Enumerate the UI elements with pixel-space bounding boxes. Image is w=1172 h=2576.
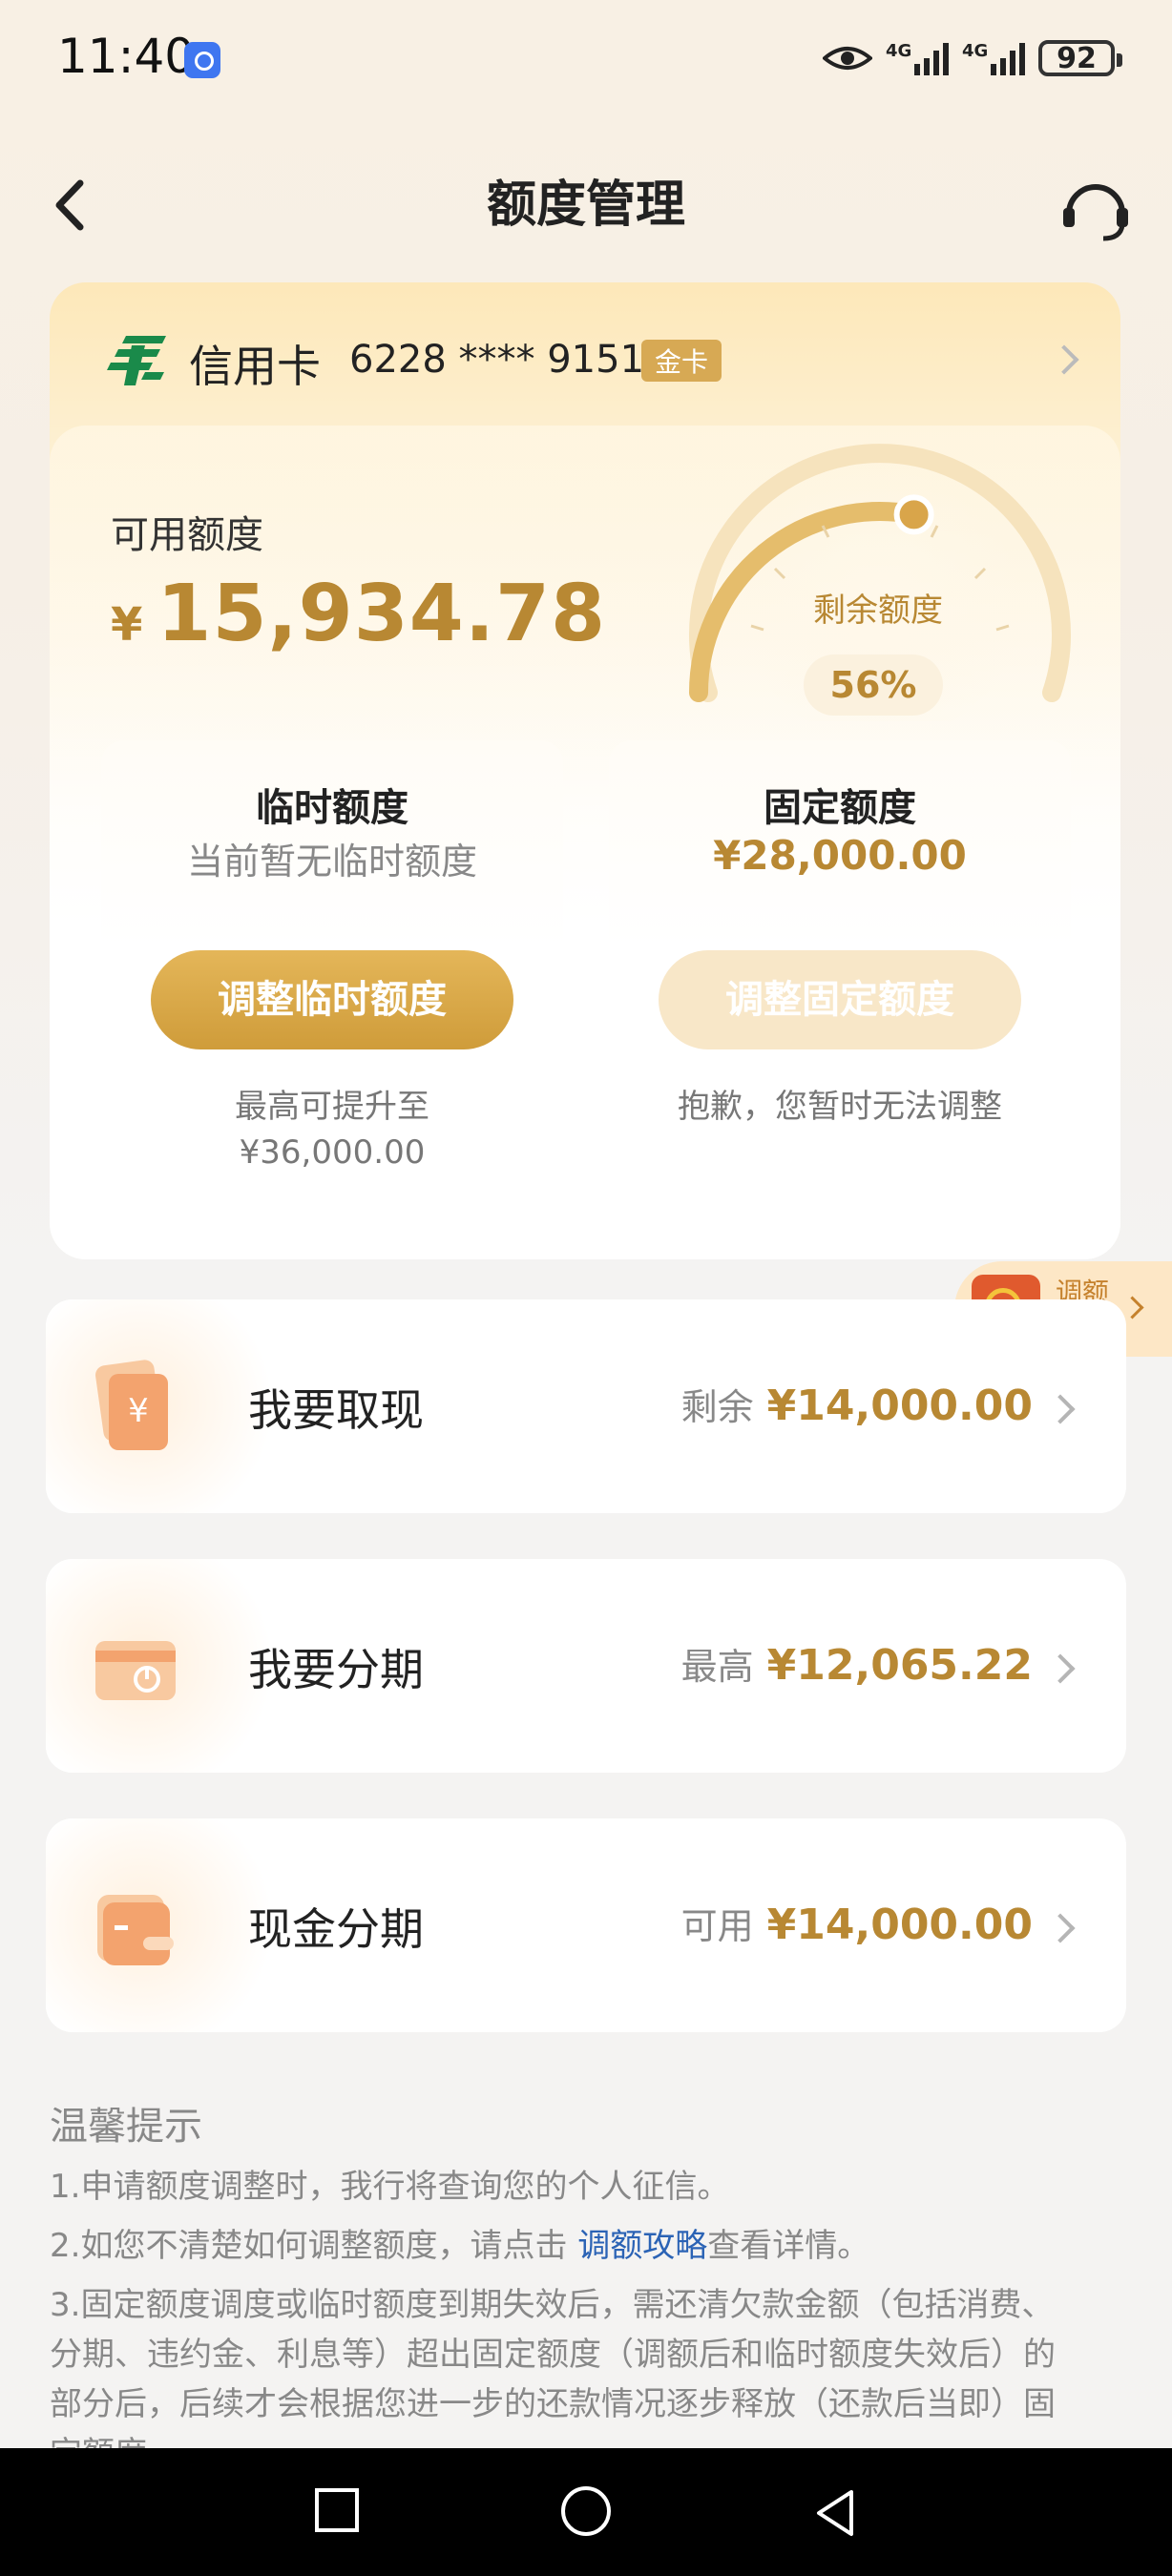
row-value-amount: ¥12,065.22 bbox=[766, 1641, 1033, 1690]
adjust-temporary-limit-button[interactable]: 调整临时额度 bbox=[151, 950, 513, 1049]
signal-label: 4G bbox=[886, 41, 912, 61]
chevron-right-icon bbox=[1049, 344, 1079, 375]
row-value-prefix: 剩余 bbox=[680, 1386, 754, 1428]
row-title: 我要取现 bbox=[248, 1384, 424, 1436]
currency-symbol: ¥ bbox=[111, 598, 144, 652]
tip-2-text-end: 查看详情。 bbox=[707, 2227, 870, 2265]
available-limit-label: 可用额度 bbox=[111, 513, 263, 557]
row-value: 最高 ¥12,065.22 bbox=[681, 1637, 1033, 1690]
gauge-percent: 56% bbox=[804, 654, 943, 716]
row-value: 可用 ¥14,000.00 bbox=[681, 1897, 1033, 1949]
card-level-badge: 金卡 bbox=[641, 340, 722, 382]
available-limit-amount: ¥15,934.78 bbox=[111, 569, 606, 659]
chevron-right-icon bbox=[1045, 1913, 1076, 1943]
temporary-limit-desc: 当前暂无临时额度 bbox=[186, 841, 477, 883]
temporary-limit-note: 最高可提升至 ¥36,000.00 bbox=[101, 1084, 563, 1175]
svg-text:¥: ¥ bbox=[128, 1392, 149, 1430]
recent-apps-icon[interactable] bbox=[315, 2488, 359, 2532]
cash-installment-row[interactable]: 现金分期 可用 ¥14,000.00 bbox=[46, 1818, 1126, 2032]
limit-strategy-link[interactable]: 调额攻略 bbox=[577, 2227, 707, 2265]
back-triangle-icon[interactable] bbox=[807, 2484, 865, 2542]
signal-icon-2: 4G bbox=[962, 41, 1025, 75]
tip-1: 1.申请额度调整时，我行将查询您的个人征信。 bbox=[50, 2168, 730, 2206]
app-notification-icon bbox=[184, 42, 220, 78]
postal-bank-logo-icon bbox=[107, 336, 166, 385]
chevron-right-icon bbox=[1045, 1653, 1076, 1684]
temporary-note-line2: ¥36,000.00 bbox=[239, 1133, 426, 1172]
temporary-limit-card: 临时额度 当前暂无临时额度 调整临时额度 最高可提升至 ¥36,000.00 bbox=[101, 740, 563, 1256]
cash-card-icon: ¥ bbox=[95, 1360, 168, 1450]
cash-withdrawal-row[interactable]: ¥ 我要取现 剩余 ¥14,000.00 bbox=[46, 1299, 1126, 1513]
row-value: 剩余 ¥14,000.00 bbox=[681, 1378, 1033, 1430]
tips-title: 温馨提示 bbox=[50, 2105, 202, 2149]
available-amount-value: 15,934.78 bbox=[157, 569, 607, 659]
tip-2-text: 2.如您不清楚如何调整额度，请点击 bbox=[50, 2227, 578, 2265]
limit-panel: 可用额度 ¥15,934.78 剩余额度 56% 临时额度 当前暂无临时额度 调… bbox=[50, 426, 1120, 1259]
signal-icon: 4G bbox=[886, 41, 949, 75]
row-title: 现金分期 bbox=[248, 1903, 424, 1955]
installment-card-icon bbox=[95, 1641, 176, 1700]
status-time: 11:40 bbox=[57, 29, 196, 84]
gauge-label: 剩余额度 bbox=[813, 592, 943, 630]
tip-2: 2.如您不清楚如何调整额度，请点击 调额攻略查看详情。 bbox=[50, 2221, 1128, 2271]
credit-card-panel: 信用卡 6228 **** 9151 金卡 可用额度 ¥15,934.78 剩余… bbox=[50, 282, 1120, 1259]
page-title: 额度管理 bbox=[486, 177, 685, 234]
row-value-amount: ¥14,000.00 bbox=[766, 1381, 1033, 1430]
tip-3-line: 3.固定额度调度或临时额度到期失效后，需还清欠款金额（包括消费、 bbox=[50, 2286, 1055, 2324]
card-header[interactable]: 信用卡 6228 **** 9151 金卡 bbox=[50, 282, 1120, 426]
battery-icon: 92 bbox=[1038, 40, 1122, 76]
fixed-limit-note: 抱歉，您暂时无法调整 bbox=[678, 1088, 1002, 1126]
card-type-label: 信用卡 bbox=[189, 341, 321, 392]
tip-3-line: 分期、违约金、利息等）超出固定额度（调额后和临时额度失效后）的 bbox=[50, 2336, 1056, 2374]
adjust-fixed-limit-button[interactable]: 调整固定额度 bbox=[659, 950, 1021, 1049]
wallet-icon bbox=[97, 1895, 174, 1965]
signal-label-2: 4G bbox=[962, 41, 989, 61]
row-value-prefix: 可用 bbox=[680, 1905, 754, 1947]
tip-3-line: 部分后，后续才会根据您进一步的还款情况逐步释放（还款后当即）固 bbox=[50, 2385, 1056, 2423]
customer-service-icon[interactable] bbox=[1057, 172, 1134, 248]
system-navigation-bar bbox=[0, 2448, 1172, 2576]
temporary-note-line1: 最高可提升至 bbox=[235, 1088, 429, 1126]
home-icon[interactable] bbox=[561, 2486, 611, 2536]
status-bar: 11:40 4G 4G 92 bbox=[0, 0, 1172, 114]
row-title: 我要分期 bbox=[248, 1644, 424, 1695]
chevron-right-icon bbox=[1045, 1394, 1076, 1424]
row-value-amount: ¥14,000.00 bbox=[766, 1901, 1033, 1949]
status-icons: 4G 4G 92 bbox=[823, 34, 1122, 82]
installment-row[interactable]: 我要分期 最高 ¥12,065.22 bbox=[46, 1559, 1126, 1773]
fixed-limit-amount: ¥28,000.00 bbox=[713, 832, 967, 879]
eye-icon bbox=[823, 47, 872, 70]
row-value-prefix: 最高 bbox=[680, 1646, 754, 1688]
fixed-limit-card: 固定额度 ¥28,000.00 调整固定额度 抱歉，您暂时无法调整 bbox=[609, 740, 1071, 1256]
fixed-limit-title: 固定额度 bbox=[764, 786, 916, 830]
temporary-limit-title: 临时额度 bbox=[256, 786, 408, 830]
card-number: 6228 **** 9151 bbox=[349, 338, 645, 382]
